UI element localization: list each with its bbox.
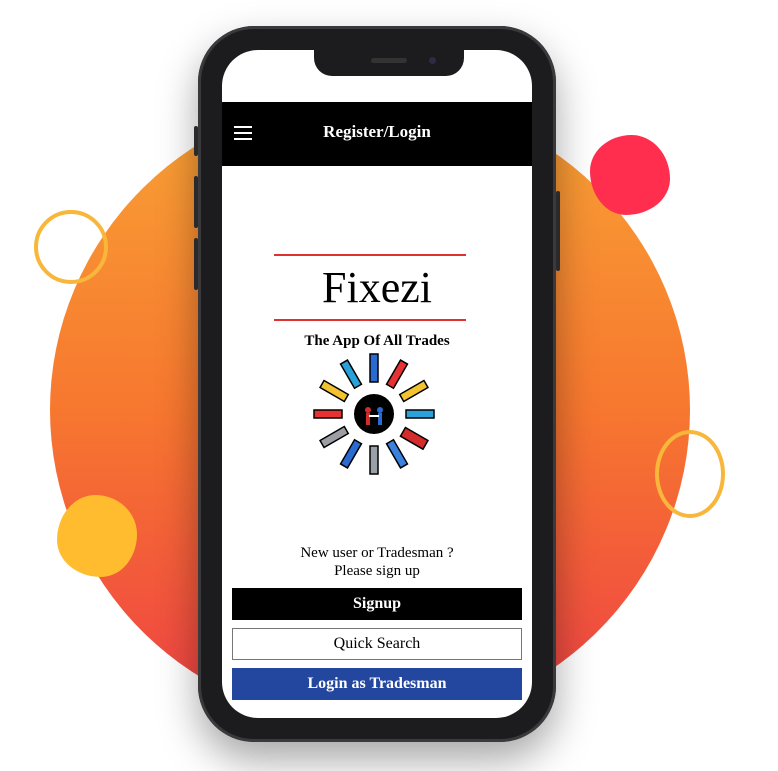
login-as-tradesman-button[interactable]: Login as Tradesman (232, 668, 522, 700)
power-button (556, 191, 560, 271)
signup-button[interactable]: Signup (232, 588, 522, 620)
app-logo-title: Fixezi (322, 263, 432, 312)
quick-search-button[interactable]: Quick Search (232, 628, 522, 660)
mute-switch (194, 126, 198, 156)
camera-icon (429, 57, 436, 64)
decorative-ring-right (655, 430, 725, 518)
volume-up-button (194, 176, 198, 228)
volume-down-button (194, 238, 198, 290)
app-tagline: The App Of All Trades (304, 333, 450, 349)
app-bar: Register/Login (222, 102, 532, 166)
signup-prompt-line1: New user or Tradesman ? (300, 545, 454, 561)
decorative-blob-yellow (57, 495, 137, 577)
signup-prompt: New user or Tradesman ? Please sign up (222, 544, 532, 580)
phone-frame: Register/Login Fixezi The App Of All Tra… (194, 26, 560, 742)
phone-screen: Register/Login Fixezi The App Of All Tra… (222, 50, 532, 718)
trades-tools-logo-icon (313, 353, 435, 475)
page-title: Register/Login (323, 122, 431, 141)
decorative-ring-left (34, 210, 108, 284)
logo-bottom-line (274, 319, 466, 321)
speaker-icon (371, 58, 407, 63)
notch (314, 50, 464, 76)
decorative-blob-red (590, 135, 670, 215)
logo-top-line (274, 254, 466, 256)
signup-prompt-line2: Please sign up (334, 563, 420, 579)
